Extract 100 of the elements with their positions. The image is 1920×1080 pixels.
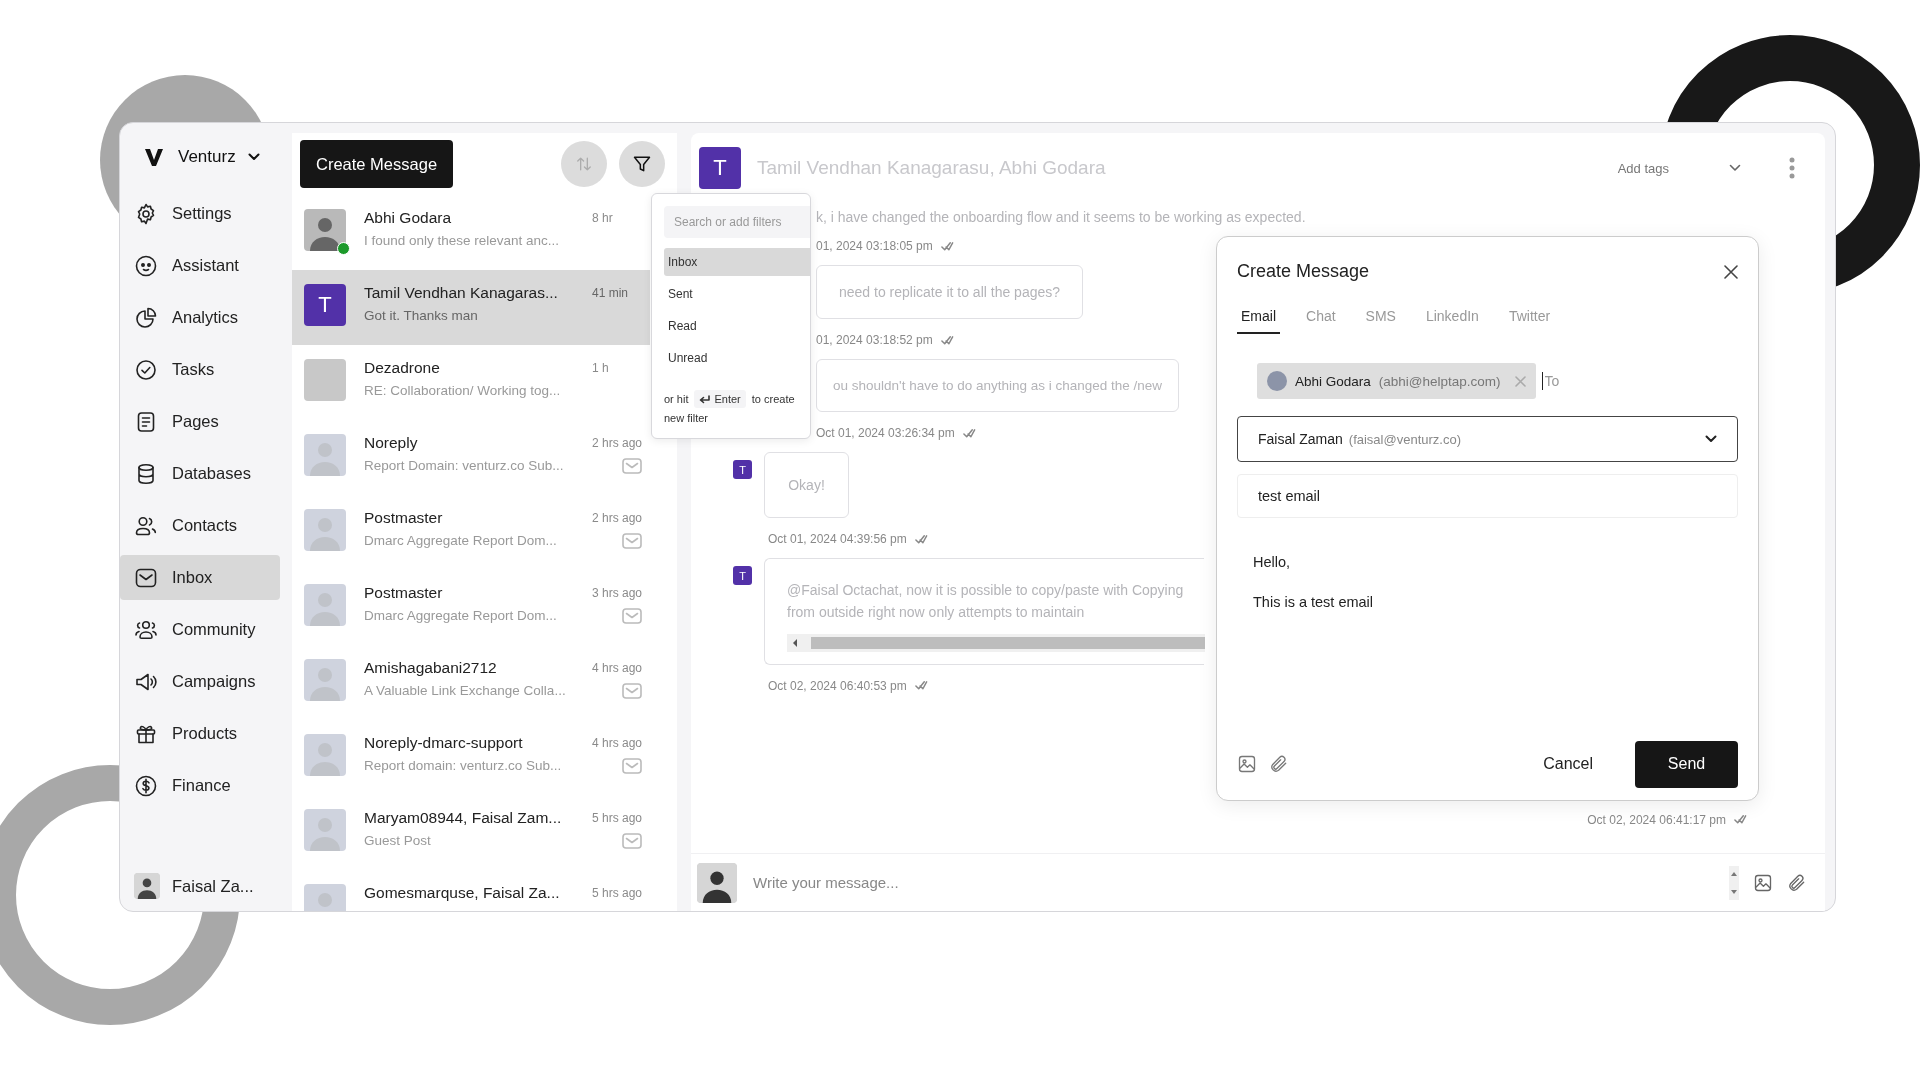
sidebar-item[interactable]: Settings: [120, 191, 280, 236]
hint-text: to create: [751, 393, 795, 405]
sidebar-item[interactable]: Finance: [120, 763, 280, 808]
contact-name: Abhi Godara: [364, 209, 453, 227]
enter-key: Enter: [694, 390, 746, 408]
double-check-icon: [1734, 814, 1747, 826]
double-check-icon: [940, 240, 954, 252]
timestamp: 4 hrs ago: [592, 661, 643, 675]
filter-search-field[interactable]: Search or add filters: [664, 206, 810, 238]
sidebar-item[interactable]: Analytics: [120, 295, 280, 340]
avatar-silhouette: [304, 584, 346, 626]
sidebar-item[interactable]: Products: [120, 711, 280, 756]
chevron-down-icon: [1705, 435, 1717, 443]
close-icon[interactable]: [1724, 264, 1738, 279]
cancel-button[interactable]: Cancel: [1513, 755, 1623, 773]
conversation-item[interactable]: Noreply-dmarc-support Report domain: venturz.co Sub... 4 hrs ago: [292, 720, 650, 795]
filter-option[interactable]: Sent: [664, 280, 810, 308]
timestamp: 5 hrs ago: [592, 886, 643, 900]
add-tags-dropdown[interactable]: Add tags: [1611, 159, 1747, 177]
message-timestamp: Oct 01, 2024 03:26:34 pm: [816, 426, 955, 440]
sidebar-item[interactable]: Tasks: [120, 347, 280, 392]
conversation-item[interactable]: Amishagabani2712 A Valuable Link Exchange Colla... 4 hrs ago: [292, 645, 650, 720]
dollar-circle-icon: [134, 773, 158, 798]
sidebar-item[interactable]: Pages: [120, 399, 280, 444]
double-check-icon: [914, 533, 928, 545]
avatar-circle: [1267, 371, 1287, 391]
timestamp: 4 hrs ago: [592, 736, 643, 750]
sidebar-item[interactable]: Community: [120, 607, 280, 652]
timestamp: 41 min: [592, 286, 629, 300]
body-text: Hello,: [1253, 554, 1292, 570]
pie-chart-icon: [134, 305, 158, 330]
filter-option[interactable]: Inbox: [664, 248, 810, 276]
sidebar-item[interactable]: Inbox: [120, 555, 280, 600]
conversation-item[interactable]: Postmaster Dmarc Aggregate Report Dom... 3 hrs ago: [292, 570, 650, 645]
more-options-icon[interactable]: [1789, 157, 1795, 179]
dialog-title: Create Message: [1237, 261, 1370, 282]
avatar-letter: T: [733, 566, 752, 585]
sender-dropdown[interactable]: Faisal Zaman (faisal@venturz.co): [1237, 416, 1738, 462]
avatar-placeholder: [304, 359, 346, 401]
sidebar-item[interactable]: Databases: [120, 451, 280, 496]
filter-option[interactable]: Read: [664, 312, 810, 340]
message-bubble: Okay!: [764, 452, 849, 518]
photo-placeholder: [304, 209, 346, 251]
image-icon[interactable]: [1753, 872, 1773, 893]
image-icon[interactable]: [1237, 754, 1257, 774]
message-preview: Dmarc Aggregate Report Dom...: [364, 533, 558, 548]
conversation-item[interactable]: Postmaster Dmarc Aggregate Report Dom... 2 hrs ago: [292, 495, 650, 570]
body-text: This is a test email: [1253, 594, 1375, 610]
sidebar-item[interactable]: Campaigns: [120, 659, 280, 704]
message-timestamp: 01, 2024 03:18:52 pm: [816, 333, 933, 347]
message-bubble: ou shouldn't have to do anything as i changed the /new: [816, 359, 1180, 412]
conversation-item[interactable]: T Tamil Vendhan Kanagaras... Got it. Thanks man 41 min: [292, 270, 650, 345]
filter-option[interactable]: Unread: [664, 344, 810, 372]
message-text: k, i have changed the onboarding flow and it seems to be working as expected.: [816, 209, 1306, 225]
sidebar-item[interactable]: Contacts: [120, 503, 280, 548]
workspace-switcher[interactable]: Venturz: [120, 137, 280, 177]
timestamp: 2 hrs ago: [592, 511, 643, 525]
contact-name: Tamil Vendhan Kanagaras...: [364, 284, 559, 302]
stepper-arrows-icon[interactable]: [1729, 865, 1739, 900]
paperclip-icon[interactable]: [1787, 872, 1807, 893]
message-text: @Faisal Octachat, now it is possible to copy/paste with Copying from outside right now only attempts to maintain: [787, 581, 1185, 623]
message-preview: RE: Collaboration/ Working tog...: [364, 383, 562, 398]
user-name[interactable]: Faisal Za...: [172, 876, 254, 896]
conversation-item[interactable]: Maryam08944, Faisal Zam... Guest Post 5 hrs ago: [292, 795, 650, 870]
message-preview: Got it. Thanks man: [364, 308, 479, 323]
contact-name: Noreply: [364, 434, 419, 452]
send-button[interactable]: Send: [1635, 740, 1738, 788]
return-arrow-icon: [699, 394, 711, 404]
avatar-letter: T: [699, 147, 741, 189]
timestamp: 2 hrs ago: [592, 436, 643, 450]
create-message-button[interactable]: Create Message: [300, 140, 454, 188]
avatar-silhouette: [304, 509, 346, 551]
conversation-item[interactable]: Abhi Godara I found only these relevant anc... 8 hr: [292, 195, 650, 270]
filter-funnel-icon: [632, 154, 652, 174]
hint-text: or hit: [664, 393, 689, 405]
conversation-item[interactable]: Dezadrone RE: Collaboration/ Working tog... 1 h: [292, 345, 650, 420]
contact-name: Noreply-dmarc-support: [364, 734, 524, 752]
timestamp: 1 h: [592, 361, 609, 375]
message-preview: Dmarc Aggregate Report Dom...: [364, 608, 558, 623]
conversation-item[interactable]: Noreply Report Domain: venturz.co Sub... 2 hrs ago: [292, 420, 650, 495]
avatar-silhouette: [304, 434, 346, 476]
sidebar-item[interactable]: Assistant: [120, 243, 280, 288]
avatar-silhouette-icon: [697, 862, 737, 903]
avatar-silhouette: [304, 809, 346, 851]
recipient-chip[interactable]: Abhi Godara (abhi@helptap.com): [1257, 363, 1536, 399]
message-timestamp: Oct 01, 2024 04:39:56 pm: [768, 532, 907, 546]
avatar-silhouette: [304, 734, 346, 776]
sender-name: Faisal Zaman: [1258, 431, 1343, 447]
message-bubble: need to replicate it to all the pages?: [816, 265, 1084, 319]
subject-field[interactable]: test email: [1237, 474, 1738, 518]
double-check-icon: [914, 680, 928, 692]
conversation-item[interactable]: Gomesmarquse, Faisal Za... 5 hrs ago: [292, 870, 650, 911]
contact-name: Dezadrone: [364, 359, 441, 377]
smiley-face-icon: [134, 253, 158, 278]
contact-name: Gomesmarquse, Faisal Za...: [364, 884, 561, 902]
paperclip-icon[interactable]: [1269, 754, 1289, 774]
filter-button[interactable]: [619, 141, 665, 187]
message-timestamp: Oct 02, 2024 06:40:53 pm: [768, 678, 907, 693]
channel-tab[interactable]: Email: [1237, 308, 1280, 334]
message-input[interactable]: Write your message...: [751, 873, 1715, 892]
